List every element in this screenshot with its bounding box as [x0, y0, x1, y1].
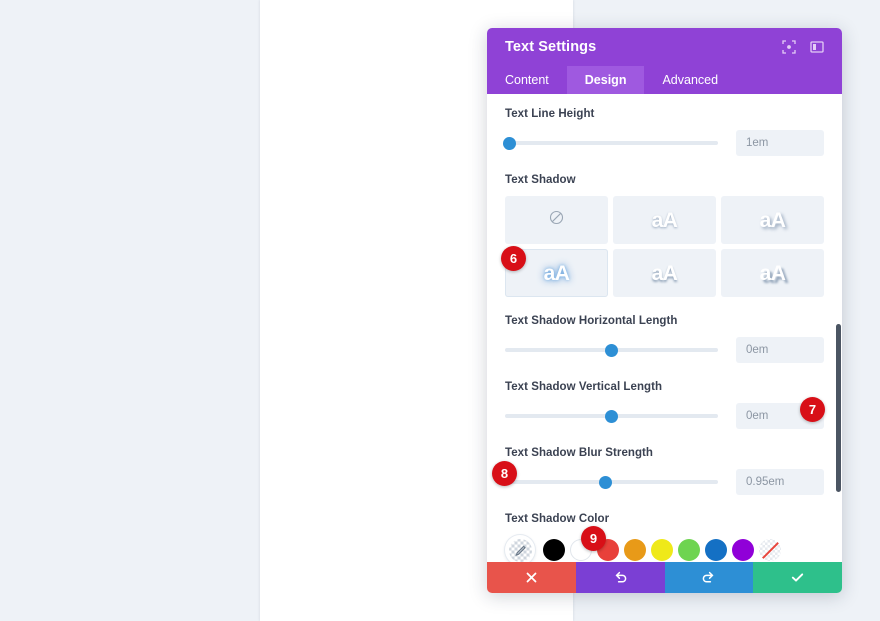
swatch-green[interactable] — [678, 539, 700, 561]
modal-footer — [487, 562, 842, 593]
swatch-blue[interactable] — [705, 539, 727, 561]
layout-panel-icon[interactable] — [806, 36, 828, 58]
fullscreen-icon[interactable] — [778, 36, 800, 58]
modal-header: Text Settings — [487, 28, 842, 66]
preset-glyph: aA — [543, 261, 570, 285]
slider-shadow-horizontal-length[interactable] — [505, 343, 718, 357]
preset-shadow-offset-diagonal[interactable]: aA — [721, 196, 824, 244]
label-shadow-vertical-length: Text Shadow Vertical Length — [505, 381, 663, 393]
value-shadow-horizontal-length[interactable]: 0em — [736, 337, 824, 363]
slider-knob[interactable] — [502, 136, 516, 150]
color-picker-inner — [508, 538, 532, 562]
field-shadow-blur-strength: 0.95em — [505, 469, 824, 495]
swatch-yellow[interactable] — [651, 539, 673, 561]
preset-glyph: aA — [759, 261, 786, 285]
label-shadow-blur-strength: Text Shadow Blur Strength — [505, 447, 653, 459]
text-shadow-preset-grid: aA aA aA aA aA — [505, 196, 824, 297]
swatch-purple[interactable] — [732, 539, 754, 561]
swatch-black[interactable] — [543, 539, 565, 561]
modal-body: Text Line Height 1em Text Shadow aA aA a… — [487, 94, 842, 562]
label-text-shadow: Text Shadow — [505, 174, 576, 186]
no-shadow-icon — [549, 210, 564, 230]
slider-knob[interactable] — [605, 343, 618, 357]
value-text-line-height[interactable]: 1em — [736, 130, 824, 156]
slider-shadow-blur-strength[interactable] — [505, 475, 718, 489]
modal-title: Text Settings — [505, 39, 597, 55]
label-shadow-horizontal-length: Text Shadow Horizontal Length — [505, 315, 678, 327]
badge-9: 9 — [581, 526, 606, 551]
slider-text-line-height[interactable] — [502, 136, 718, 150]
badge-6: 6 — [501, 246, 526, 271]
modal-tabs: Content Design Advanced — [487, 66, 842, 94]
shadow-color-swatches — [505, 535, 824, 562]
slider-shadow-vertical-length[interactable] — [505, 409, 718, 423]
preset-glyph: aA — [651, 261, 678, 285]
value-shadow-blur-strength[interactable]: 0.95em — [736, 469, 824, 495]
slider-knob[interactable] — [598, 475, 612, 489]
label-shadow-color: Text Shadow Color — [505, 513, 610, 525]
screen: 01 Text Settings Content Design Advanced — [0, 0, 880, 621]
field-shadow-horizontal-length: 0em — [505, 337, 824, 363]
text-settings-modal: Text Settings Content Design Advanced Te… — [487, 28, 842, 593]
tab-advanced[interactable]: Advanced — [644, 66, 736, 94]
swatch-transparent[interactable] — [759, 539, 781, 561]
badge-7: 7 — [800, 397, 825, 422]
tab-design[interactable]: Design — [566, 66, 645, 94]
save-button[interactable] — [753, 562, 842, 593]
slider-knob[interactable] — [605, 409, 618, 423]
badge-8: 8 — [492, 461, 517, 486]
preset-glyph: aA — [759, 208, 786, 232]
preset-shadow-soft-bottom[interactable]: aA — [613, 196, 716, 244]
tab-content[interactable]: Content — [487, 66, 567, 94]
page-gutter-left — [0, 0, 260, 621]
preset-shadow-hard-diagonal[interactable]: aA — [721, 249, 824, 297]
preset-shadow-none[interactable] — [505, 196, 608, 244]
preset-shadow-drop[interactable]: aA — [613, 249, 716, 297]
modal-scrollbar-thumb[interactable] — [836, 324, 841, 492]
preset-glyph: aA — [651, 208, 678, 232]
swatch-orange[interactable] — [624, 539, 646, 561]
redo-button[interactable] — [664, 562, 754, 593]
cancel-button[interactable] — [487, 562, 576, 593]
field-shadow-vertical-length: 0em — [505, 403, 824, 429]
color-picker-wheel-icon[interactable] — [505, 535, 535, 562]
field-text-line-height: 1em — [502, 130, 824, 156]
label-text-line-height: Text Line Height — [505, 108, 595, 120]
undo-button[interactable] — [575, 562, 665, 593]
